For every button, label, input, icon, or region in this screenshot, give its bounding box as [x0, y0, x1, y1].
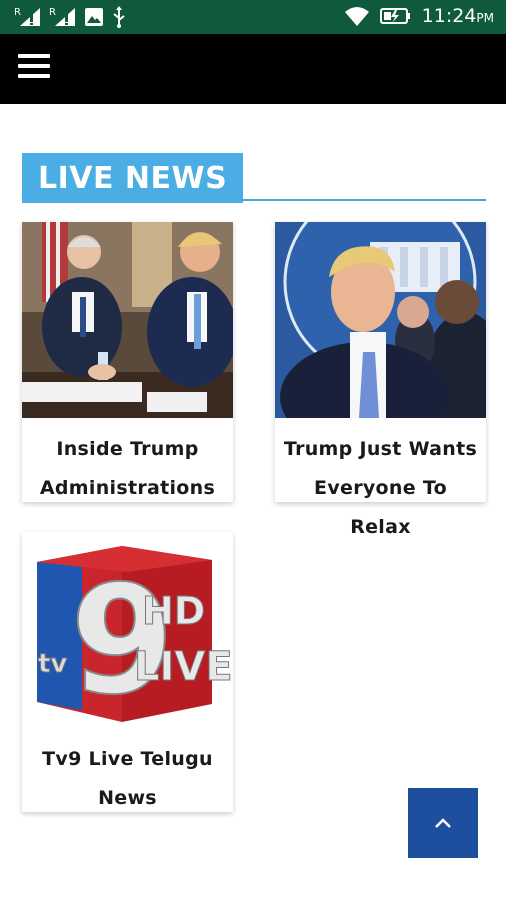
section-header: LIVE NEWS: [22, 153, 486, 203]
sim2-signal: R: [49, 7, 76, 27]
signal-icon: [54, 8, 75, 26]
tv9-logo-hd: HD: [142, 589, 205, 633]
sim1-signal: R: [14, 7, 41, 27]
news-card[interactable]: Inside Trump Administrations: [22, 222, 233, 502]
scroll-to-top-button[interactable]: [408, 788, 478, 858]
tv9-hd-live-logo: 9 HD LIVE tv: [22, 532, 233, 728]
signal-icon: [19, 8, 40, 26]
tv9-logo-nine: 9: [70, 554, 174, 728]
app-bar: [0, 34, 506, 104]
hamburger-menu-icon[interactable]: [18, 54, 52, 84]
news-card[interactable]: 9 HD LIVE tv Tv9 Live Telugu News: [22, 532, 233, 812]
meeting-photo: [22, 222, 233, 418]
news-card-title: Trump Just Wants Everyone To Relax: [283, 438, 478, 538]
press-briefing-photo: [275, 222, 486, 418]
news-card-title: Tv9 Live Telugu News: [42, 748, 213, 809]
clock-ampm: PM: [476, 11, 494, 25]
tv9-logo-live: LIVE: [134, 644, 233, 690]
section-title: LIVE NEWS: [22, 153, 244, 203]
tv9-logo-tv: tv: [38, 649, 67, 679]
chevron-up-icon: [435, 818, 451, 828]
battery-charging-icon: [379, 8, 410, 24]
news-card-title: Inside Trump Administrations: [39, 438, 216, 499]
news-card[interactable]: Trump Just Wants Everyone To Relax: [275, 222, 486, 538]
clock-time: 11:24: [421, 5, 477, 27]
image-icon: [84, 8, 103, 26]
wifi-icon: [344, 7, 369, 26]
clock: 11:24PM: [422, 5, 494, 27]
usb-icon: [113, 6, 125, 28]
status-bar: R R 11:24PM: [0, 0, 506, 34]
